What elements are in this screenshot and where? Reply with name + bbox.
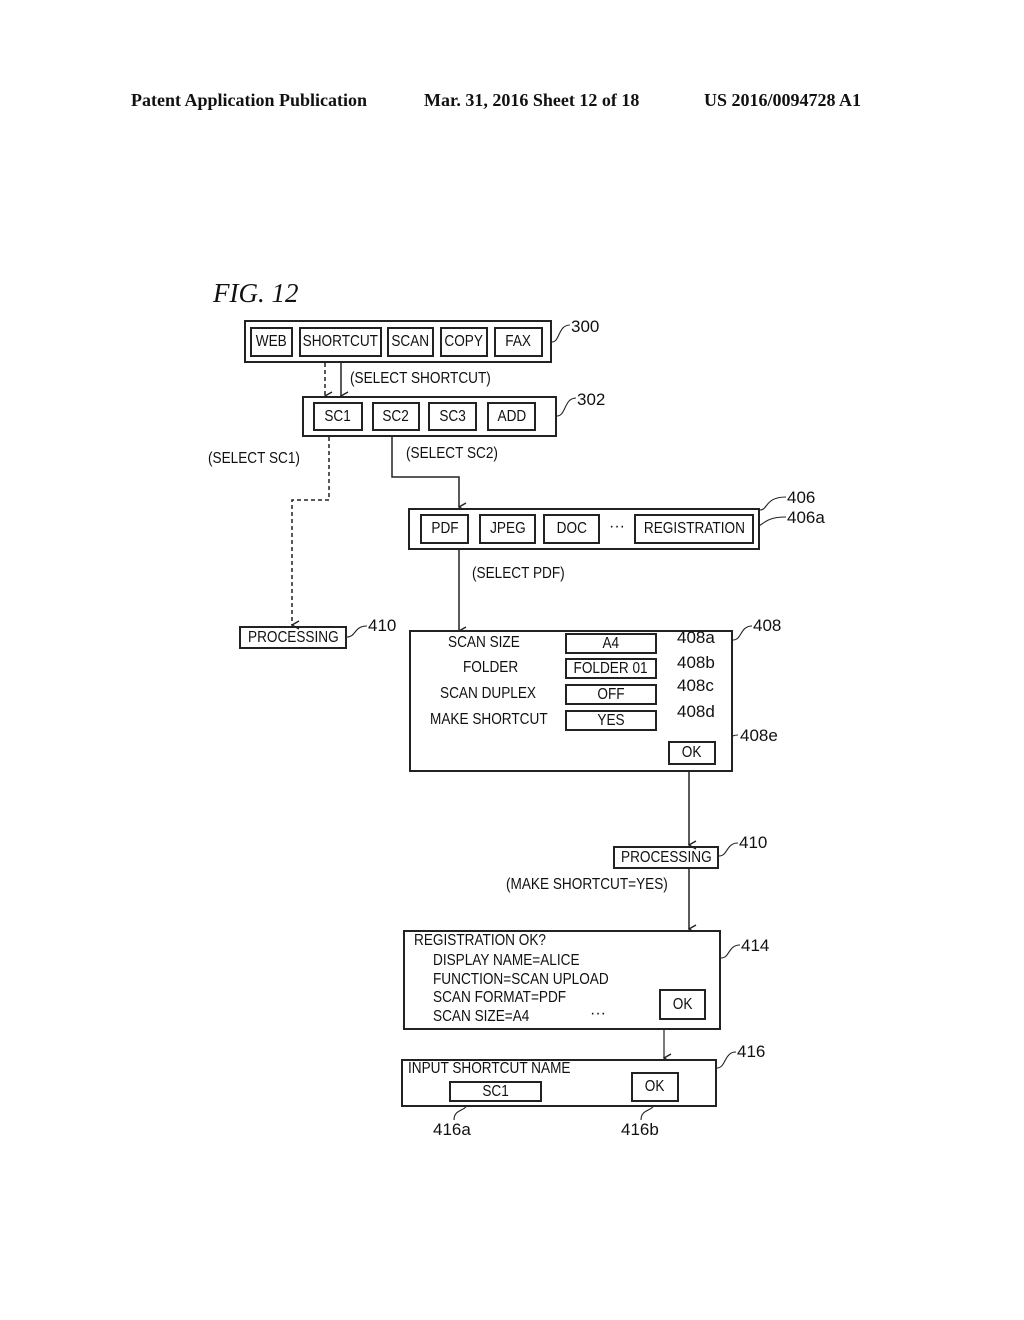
scan-button[interactable]: SCAN xyxy=(387,327,434,357)
leader-410-right xyxy=(718,842,739,857)
ref-416b: 416b xyxy=(621,1120,659,1139)
folder-field[interactable]: FOLDER 01 xyxy=(565,658,657,679)
pdf-button[interactable]: PDF xyxy=(420,514,469,544)
jpeg-button[interactable]: JPEG xyxy=(479,514,536,544)
settings-ok-button[interactable]: OK xyxy=(668,741,716,765)
ref-408e: 408e xyxy=(740,726,778,745)
scan-size-field[interactable]: A4 xyxy=(565,633,657,654)
leader-406 xyxy=(759,496,787,511)
sc1-button[interactable]: SC1 xyxy=(313,402,363,431)
scan-size-label: SCAN SIZE xyxy=(448,634,520,651)
transition-select-sc1: (SELECT SC1) xyxy=(208,450,300,467)
add-button[interactable]: ADD xyxy=(487,402,536,431)
transition-make-shortcut-yes: (MAKE SHORTCUT=YES) xyxy=(506,876,668,893)
leader-302 xyxy=(556,397,577,417)
fax-button[interactable]: FAX xyxy=(494,327,543,357)
make-shortcut-label: MAKE SHORTCUT xyxy=(430,711,548,728)
doc-button[interactable]: DOC xyxy=(543,514,600,544)
detail-function: FUNCTION=SCAN UPLOAD xyxy=(433,971,609,988)
scan-duplex-label: SCAN DUPLEX xyxy=(440,685,536,702)
shortcut-name-ok-button[interactable]: OK xyxy=(631,1072,679,1102)
registration-ok-button[interactable]: OK xyxy=(659,989,706,1020)
input-shortcut-name-title: INPUT SHORTCUT NAME xyxy=(408,1060,571,1077)
ref-302: 302 xyxy=(577,390,606,409)
processing-status-right: PROCESSING xyxy=(613,846,719,869)
web-button[interactable]: WEB xyxy=(250,327,293,357)
registration-button[interactable]: REGISTRATION xyxy=(634,514,754,544)
sc3-button[interactable]: SC3 xyxy=(428,402,477,431)
processing-status-left: PROCESSING xyxy=(239,626,347,649)
detail-scan-size: SCAN SIZE=A4 xyxy=(433,1008,530,1025)
copy-button[interactable]: COPY xyxy=(440,327,488,357)
leader-410-left xyxy=(346,625,368,638)
folder-label: FOLDER xyxy=(463,659,519,676)
ref-408: 408 xyxy=(753,616,782,635)
ref-408c: 408c xyxy=(677,676,714,695)
ref-408d: 408d xyxy=(677,702,715,721)
ref-408a: 408a xyxy=(677,628,715,647)
ref-410-right: 410 xyxy=(739,833,768,852)
ref-406a: 406a xyxy=(787,508,825,527)
shortcut-button[interactable]: SHORTCUT xyxy=(299,327,382,357)
ref-414: 414 xyxy=(741,936,770,955)
make-shortcut-field[interactable]: YES xyxy=(565,710,657,731)
leader-414 xyxy=(720,944,741,959)
leader-416 xyxy=(716,1051,737,1069)
leader-408 xyxy=(732,625,753,641)
more-details-ellipsis: ··· xyxy=(590,1005,606,1022)
detail-display-name: DISPLAY NAME=ALICE xyxy=(433,952,580,969)
leader-300 xyxy=(551,324,571,343)
registration-confirm-title: REGISTRATION OK? xyxy=(414,932,546,949)
ref-410-left: 410 xyxy=(368,616,397,635)
ref-408b: 408b xyxy=(677,653,715,672)
ref-416a: 416a xyxy=(433,1120,471,1139)
transition-select-pdf: (SELECT PDF) xyxy=(472,565,565,582)
detail-scan-format: SCAN FORMAT=PDF xyxy=(433,989,567,1006)
shortcut-name-input[interactable]: SC1 xyxy=(449,1081,542,1102)
sc2-button[interactable]: SC2 xyxy=(372,402,420,431)
ref-416: 416 xyxy=(737,1042,766,1061)
more-formats-ellipsis: ··· xyxy=(609,518,625,535)
transition-select-shortcut: (SELECT SHORTCUT) xyxy=(350,370,491,387)
ref-406: 406 xyxy=(787,488,816,507)
ref-300: 300 xyxy=(571,317,600,336)
scan-duplex-field[interactable]: OFF xyxy=(565,684,657,705)
transition-select-sc2: (SELECT SC2) xyxy=(406,445,498,462)
